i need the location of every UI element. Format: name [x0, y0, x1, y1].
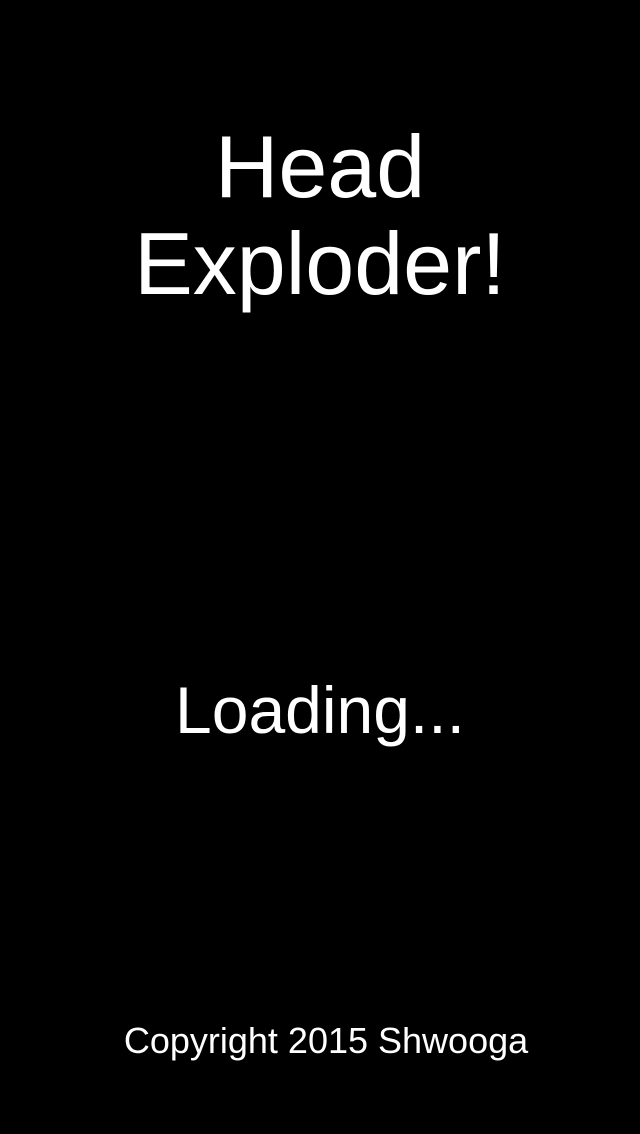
loading-screen: Head Exploder! Loading... Copyright 2015…: [0, 0, 640, 1134]
game-title-line-1: Head: [214, 117, 426, 216]
game-title-line-2: Exploder!: [134, 214, 506, 313]
game-title: Head Exploder!: [0, 118, 640, 312]
copyright-notice: Copyright 2015 Shwooga: [123, 1020, 529, 1061]
loading-indicator-text: Loading...: [175, 673, 465, 747]
